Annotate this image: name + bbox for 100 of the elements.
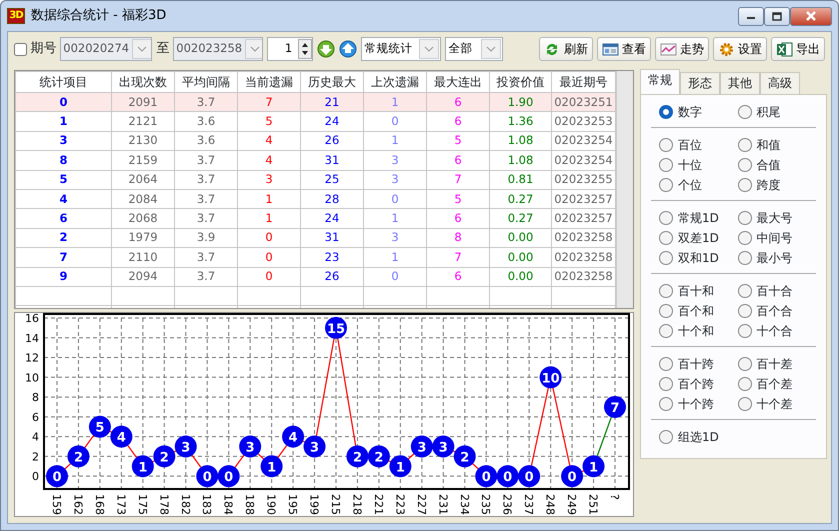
radio-button[interactable] <box>659 138 673 152</box>
panel-tab[interactable]: 常规 <box>640 69 680 94</box>
row-label[interactable]: 7 <box>16 248 112 268</box>
period-from-dropdown[interactable]: 002020274 <box>60 37 152 61</box>
column-header[interactable]: 统计项目 <box>16 72 112 92</box>
value-marker: 0 <box>496 465 519 488</box>
y-tick-label: 2 <box>32 450 39 464</box>
x-tick-label: 249 <box>565 494 578 515</box>
row-label[interactable]: 0 <box>16 92 112 112</box>
row-label[interactable]: 8 <box>16 150 112 170</box>
data-label: 4 <box>116 430 126 446</box>
radio-label: 常规1D <box>678 210 719 227</box>
window-icon <box>602 40 619 58</box>
move-up-button[interactable] <box>339 39 358 59</box>
radio-label: 百个跨 <box>678 376 714 393</box>
radio-label: 十个跨 <box>678 396 714 413</box>
radio-button[interactable] <box>659 324 673 338</box>
filter-dropdown[interactable]: 全部 <box>445 37 504 61</box>
table-cell: 3 <box>364 228 426 248</box>
radio-button[interactable] <box>738 284 752 298</box>
table-cell: 1979 <box>112 228 174 248</box>
value-marker: 0 <box>518 465 540 488</box>
radio-button[interactable] <box>738 377 752 391</box>
row-label[interactable]: 1 <box>16 112 112 132</box>
toolbar-button[interactable]: 刷新 <box>539 37 593 61</box>
radio-button[interactable] <box>659 397 673 411</box>
x-tick-label: 235 <box>479 494 492 515</box>
radio-button[interactable] <box>738 251 752 265</box>
x-tick-label: 234 <box>458 494 471 515</box>
radio-button[interactable] <box>738 178 752 192</box>
x-tick-label: 173 <box>114 494 128 515</box>
radio-label: 个位 <box>678 177 702 194</box>
radio-button[interactable] <box>738 138 752 152</box>
row-label[interactable]: 9 <box>16 267 112 286</box>
panel-tab[interactable]: 形态 <box>680 72 720 94</box>
value-marker: 3 <box>432 436 454 458</box>
maximize-button[interactable] <box>764 6 790 26</box>
radio-button[interactable] <box>659 231 673 245</box>
x-tick-label: 248 <box>544 494 557 515</box>
radio-button[interactable] <box>738 357 752 371</box>
radio-label: 百十和 <box>678 283 714 300</box>
radio-button[interactable] <box>659 158 673 172</box>
panel-tab[interactable]: 高级 <box>760 72 800 94</box>
row-label[interactable]: 5 <box>16 170 112 190</box>
mode-dropdown[interactable]: 常规统计 <box>361 37 442 61</box>
radio-button[interactable] <box>659 178 673 192</box>
radio-button[interactable] <box>659 304 673 318</box>
radio-button[interactable] <box>659 357 673 371</box>
move-down-button[interactable] <box>317 39 336 59</box>
table-cell: 1.36 <box>490 112 552 132</box>
radio-button[interactable] <box>738 304 752 318</box>
radio-button[interactable] <box>659 251 673 265</box>
data-label: 3 <box>181 440 190 456</box>
radio-button[interactable] <box>738 158 752 172</box>
data-label: 3 <box>310 440 320 456</box>
table-cell: 5 <box>426 189 490 209</box>
row-label[interactable]: 6 <box>16 208 112 228</box>
value-marker: 2 <box>346 445 368 468</box>
y-tick-label: 6 <box>32 410 39 424</box>
value-marker: 2 <box>368 445 390 468</box>
table-cell: 6 <box>426 208 490 228</box>
toolbar-button[interactable]: 设置 <box>713 37 767 61</box>
table-cell: 0.27 <box>490 189 552 209</box>
checkbox-label: 期号 <box>30 40 56 58</box>
x-tick-label: 182 <box>178 494 192 515</box>
number-spinner[interactable]: 1 <box>267 37 314 61</box>
radio-button[interactable] <box>738 397 752 411</box>
radio-label: 积尾 <box>756 104 780 121</box>
row-label[interactable]: 2 <box>16 228 112 248</box>
toolbar-button[interactable]: 查看 <box>597 37 651 61</box>
value-marker: 4 <box>110 426 132 448</box>
row-label[interactable]: 3 <box>16 131 112 151</box>
data-label: 15 <box>326 322 346 337</box>
toolbar-button[interactable]: 走势 <box>655 37 709 61</box>
radio-button[interactable] <box>738 231 752 245</box>
x-tick-label: 223 <box>393 494 406 515</box>
close-button[interactable] <box>790 6 832 26</box>
value-marker: 3 <box>410 436 433 458</box>
radio-button[interactable] <box>738 105 752 119</box>
panel-tab[interactable]: 其他 <box>720 72 760 94</box>
table-cell: 5 <box>426 131 490 151</box>
table-cell: 31 <box>300 150 364 170</box>
period-to-dropdown[interactable]: 002023258 <box>173 37 264 61</box>
table-cell: 1.90 <box>490 92 552 112</box>
period-checkbox[interactable] <box>14 42 27 56</box>
table-cell: 0.81 <box>490 170 552 190</box>
radio-button[interactable] <box>659 284 673 298</box>
y-tick-label: 16 <box>25 313 39 325</box>
x-tick-label: 178 <box>157 494 170 515</box>
radio-button[interactable] <box>659 377 673 391</box>
radio-label: 百位 <box>678 137 702 154</box>
row-label[interactable]: 4 <box>16 189 112 209</box>
minimize-button[interactable] <box>738 6 764 26</box>
table-cell: 02023251 <box>552 92 616 112</box>
radio-button[interactable] <box>659 105 673 119</box>
radio-button[interactable] <box>659 211 673 225</box>
toolbar-button[interactable]: 导出 <box>771 37 825 61</box>
radio-button[interactable] <box>738 211 752 225</box>
radio-button[interactable] <box>738 324 752 338</box>
radio-button[interactable] <box>659 430 673 444</box>
